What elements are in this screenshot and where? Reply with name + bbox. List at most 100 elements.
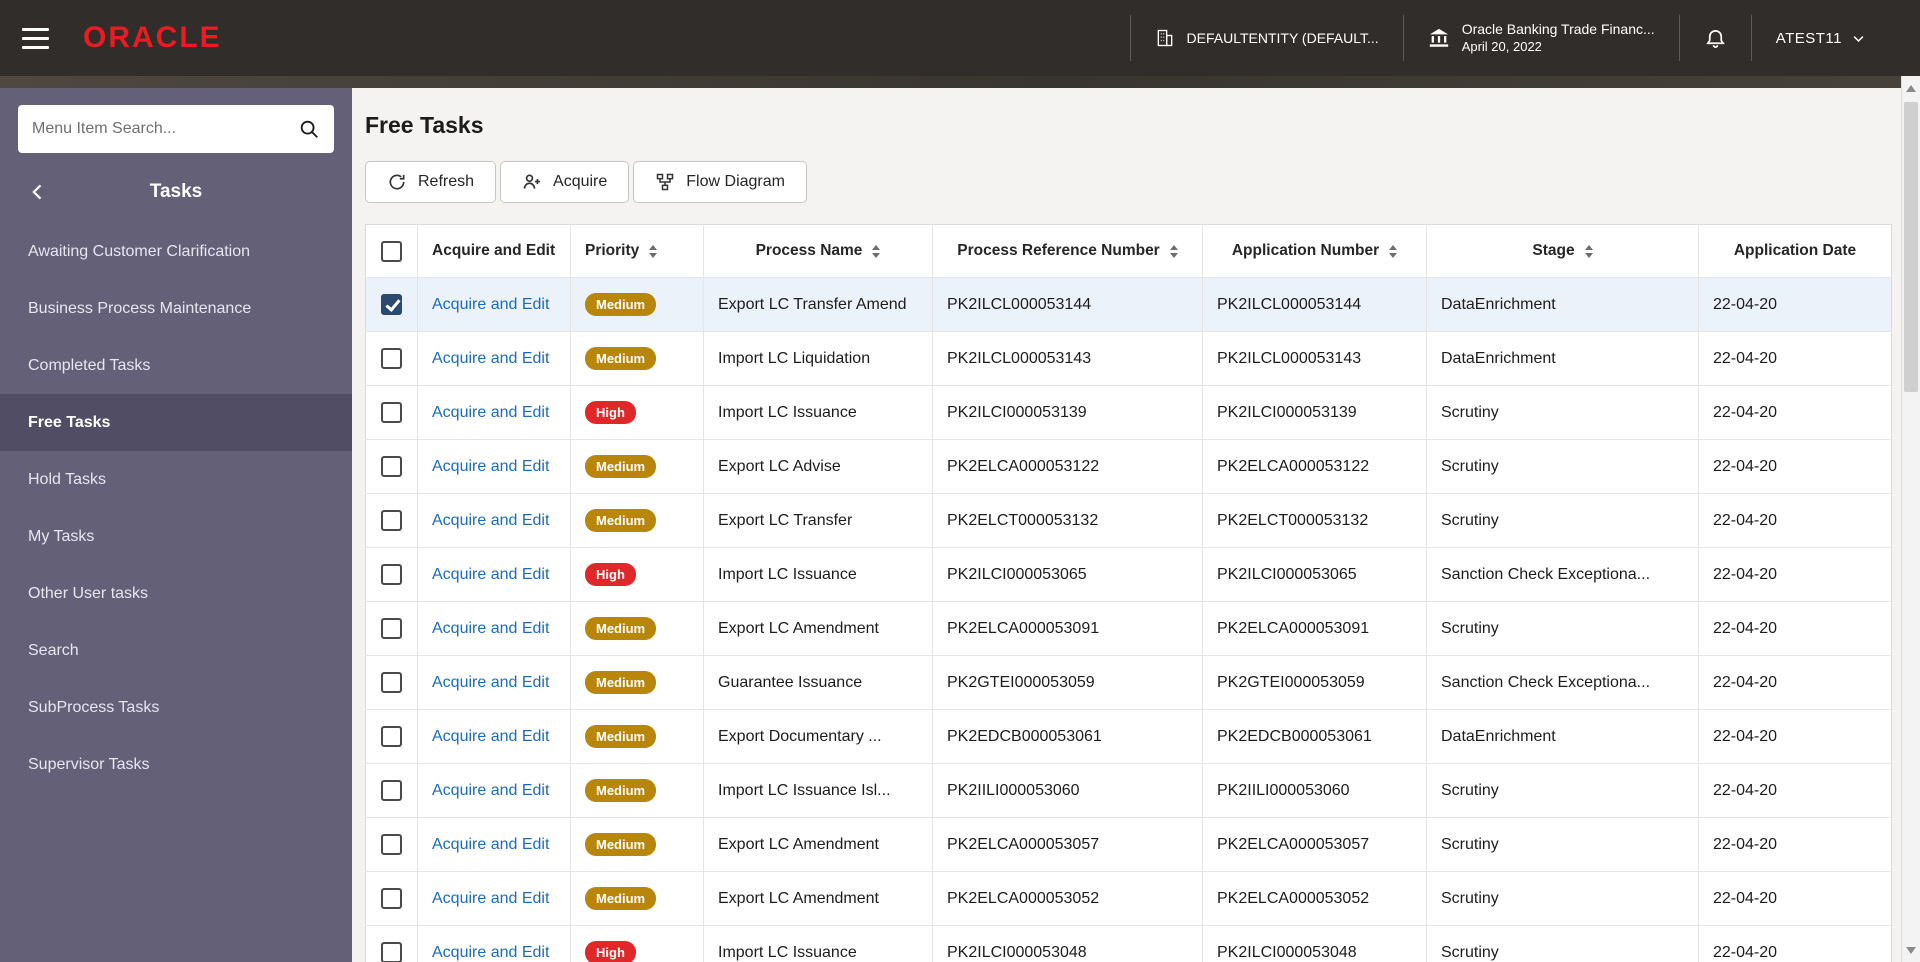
priority-badge: Medium bbox=[585, 887, 657, 910]
flow-diagram-button[interactable]: Flow Diagram bbox=[633, 161, 807, 203]
sort-icon[interactable] bbox=[1169, 244, 1178, 258]
column-header-stage[interactable]: Stage bbox=[1426, 224, 1699, 278]
back-chevron-icon[interactable] bbox=[28, 182, 48, 202]
table-row[interactable]: Acquire and Edit Medium Export LC Advise PK… bbox=[365, 439, 1892, 494]
row-checkbox[interactable] bbox=[381, 456, 402, 477]
vertical-scrollbar[interactable] bbox=[1901, 76, 1920, 962]
sidebar-item-hold-tasks[interactable]: Hold Tasks bbox=[0, 451, 352, 508]
column-header-process-name[interactable]: Process Name bbox=[703, 224, 933, 278]
search-icon[interactable] bbox=[298, 118, 320, 140]
table-row[interactable]: Acquire and Edit Medium Export LC Amendmen… bbox=[365, 871, 1892, 926]
username: ATEST11 bbox=[1775, 29, 1842, 47]
table-row[interactable]: Acquire and Edit High Import LC Issuance PK… bbox=[365, 547, 1892, 602]
process-name: Import LC Liquidation bbox=[703, 331, 933, 386]
scroll-up-arrow[interactable] bbox=[1902, 79, 1920, 97]
process-reference-number: PK2ILCI000053139 bbox=[932, 385, 1203, 440]
bank-icon bbox=[1428, 27, 1450, 49]
sidebar-item-completed-tasks[interactable]: Completed Tasks bbox=[0, 337, 352, 394]
process-reference-number: PK2ELCA000053091 bbox=[932, 601, 1203, 656]
sidebar-item-supervisor-tasks[interactable]: Supervisor Tasks bbox=[0, 736, 352, 793]
process-reference-number: PK2IILI000053060 bbox=[932, 763, 1203, 818]
sort-icon[interactable] bbox=[872, 244, 881, 258]
scrollbar-thumb[interactable] bbox=[1904, 102, 1918, 392]
acquire-and-edit-link[interactable]: Acquire and Edit bbox=[432, 782, 549, 799]
chevron-down-icon bbox=[1851, 31, 1866, 46]
table-row[interactable]: Acquire and Edit High Import LC Issuance PK… bbox=[365, 385, 1892, 440]
sidebar-item-free-tasks[interactable]: Free Tasks bbox=[0, 394, 352, 451]
table-row[interactable]: Acquire and Edit Medium Export LC Amendmen… bbox=[365, 817, 1892, 872]
sidebar-item-awaiting-customer-clarification[interactable]: Awaiting Customer Clarification bbox=[0, 223, 352, 280]
row-checkbox[interactable] bbox=[381, 834, 402, 855]
table-row[interactable]: Acquire and Edit Medium Export Documentary… bbox=[365, 709, 1892, 764]
table-row[interactable]: Acquire and Edit Medium Import LC Liquidat… bbox=[365, 331, 1892, 386]
priority-badge: Medium bbox=[585, 671, 657, 694]
row-checkbox[interactable] bbox=[381, 402, 402, 423]
row-checkbox[interactable] bbox=[381, 348, 402, 369]
acquire-and-edit-link[interactable]: Acquire and Edit bbox=[432, 836, 549, 853]
acquire-and-edit-link[interactable]: Acquire and Edit bbox=[432, 350, 549, 367]
application-number: PK2ILCI000053139 bbox=[1202, 385, 1427, 440]
sidebar-item-search[interactable]: Search bbox=[0, 622, 352, 679]
table-row[interactable]: Acquire and Edit Medium Guarantee Issuance… bbox=[365, 655, 1892, 710]
toolbar: Refresh Acquire Flow Diagram bbox=[365, 161, 1920, 203]
stage: DataEnrichment bbox=[1426, 709, 1699, 764]
row-checkbox[interactable] bbox=[381, 564, 402, 585]
column-label: Process Reference Number bbox=[957, 242, 1160, 259]
table-row[interactable]: Acquire and Edit Medium Export LC Transfer… bbox=[365, 493, 1892, 548]
entity-selector[interactable]: DEFAULTENTITY (DEFAULT... bbox=[1129, 15, 1403, 61]
sidebar-item-business-process-maintenance[interactable]: Business Process Maintenance bbox=[0, 280, 352, 337]
stage: Scrutiny bbox=[1426, 871, 1699, 926]
stage: Scrutiny bbox=[1426, 439, 1699, 494]
notifications-button[interactable] bbox=[1678, 15, 1751, 61]
table-row[interactable]: Acquire and Edit Medium Import LC Issuance… bbox=[365, 763, 1892, 818]
application-date: 22-04-20 bbox=[1698, 601, 1892, 656]
column-header-priority[interactable]: Priority bbox=[570, 224, 704, 278]
hamburger-menu-icon[interactable] bbox=[22, 27, 49, 49]
sidebar-item-other-user-tasks[interactable]: Other User tasks bbox=[0, 565, 352, 622]
process-reference-number: PK2ILCL000053143 bbox=[932, 331, 1203, 386]
sort-icon[interactable] bbox=[1584, 244, 1593, 258]
row-checkbox[interactable] bbox=[381, 888, 402, 909]
row-checkbox[interactable] bbox=[381, 942, 402, 962]
row-checkbox[interactable] bbox=[381, 294, 402, 315]
process-reference-number: PK2ELCA000053052 bbox=[932, 871, 1203, 926]
oracle-logo: ORACLE bbox=[83, 21, 222, 54]
acquire-and-edit-link[interactable]: Acquire and Edit bbox=[432, 296, 549, 313]
acquire-and-edit-link[interactable]: Acquire and Edit bbox=[432, 944, 549, 961]
sidebar-item-subprocess-tasks[interactable]: SubProcess Tasks bbox=[0, 679, 352, 736]
acquire-and-edit-link[interactable]: Acquire and Edit bbox=[432, 404, 549, 421]
acquire-and-edit-link[interactable]: Acquire and Edit bbox=[432, 890, 549, 907]
row-checkbox[interactable] bbox=[381, 510, 402, 531]
column-header-process-reference-number[interactable]: Process Reference Number bbox=[932, 224, 1203, 278]
row-checkbox[interactable] bbox=[381, 672, 402, 693]
process-name: Import LC Issuance Isl... bbox=[703, 763, 933, 818]
user-menu[interactable]: ATEST11 bbox=[1750, 15, 1890, 61]
acquire-and-edit-link[interactable]: Acquire and Edit bbox=[432, 458, 549, 475]
menu-search bbox=[18, 105, 334, 153]
menu-search-input[interactable] bbox=[32, 120, 298, 138]
column-header-application-number[interactable]: Application Number bbox=[1202, 224, 1427, 278]
acquire-and-edit-link[interactable]: Acquire and Edit bbox=[432, 674, 549, 691]
column-header-select bbox=[365, 224, 418, 278]
application-number: PK2ELCA000053091 bbox=[1202, 601, 1427, 656]
acquire-and-edit-link[interactable]: Acquire and Edit bbox=[432, 728, 549, 745]
table-row[interactable]: Acquire and Edit Medium Export LC Transfer… bbox=[365, 277, 1892, 332]
column-label: Acquire and Edit bbox=[432, 242, 556, 259]
scroll-down-arrow[interactable] bbox=[1902, 941, 1920, 959]
acquire-and-edit-link[interactable]: Acquire and Edit bbox=[432, 620, 549, 637]
row-checkbox[interactable] bbox=[381, 726, 402, 747]
acquire-and-edit-link[interactable]: Acquire and Edit bbox=[432, 566, 549, 583]
sort-icon[interactable] bbox=[649, 244, 658, 258]
table-row[interactable]: Acquire and Edit High Import LC Issuance PK… bbox=[365, 925, 1892, 962]
acquire-button[interactable]: Acquire bbox=[500, 161, 630, 203]
table-row[interactable]: Acquire and Edit Medium Export LC Amendmen… bbox=[365, 601, 1892, 656]
row-checkbox[interactable] bbox=[381, 618, 402, 639]
acquire-and-edit-link[interactable]: Acquire and Edit bbox=[432, 512, 549, 529]
select-all-checkbox[interactable] bbox=[381, 240, 402, 262]
sort-icon[interactable] bbox=[1389, 244, 1398, 258]
refresh-button[interactable]: Refresh bbox=[365, 161, 497, 203]
application-date: 22-04-20 bbox=[1698, 709, 1892, 764]
application-info[interactable]: Oracle Banking Trade Financ... April 20,… bbox=[1402, 15, 1679, 61]
sidebar-item-my-tasks[interactable]: My Tasks bbox=[0, 508, 352, 565]
row-checkbox[interactable] bbox=[381, 780, 402, 801]
